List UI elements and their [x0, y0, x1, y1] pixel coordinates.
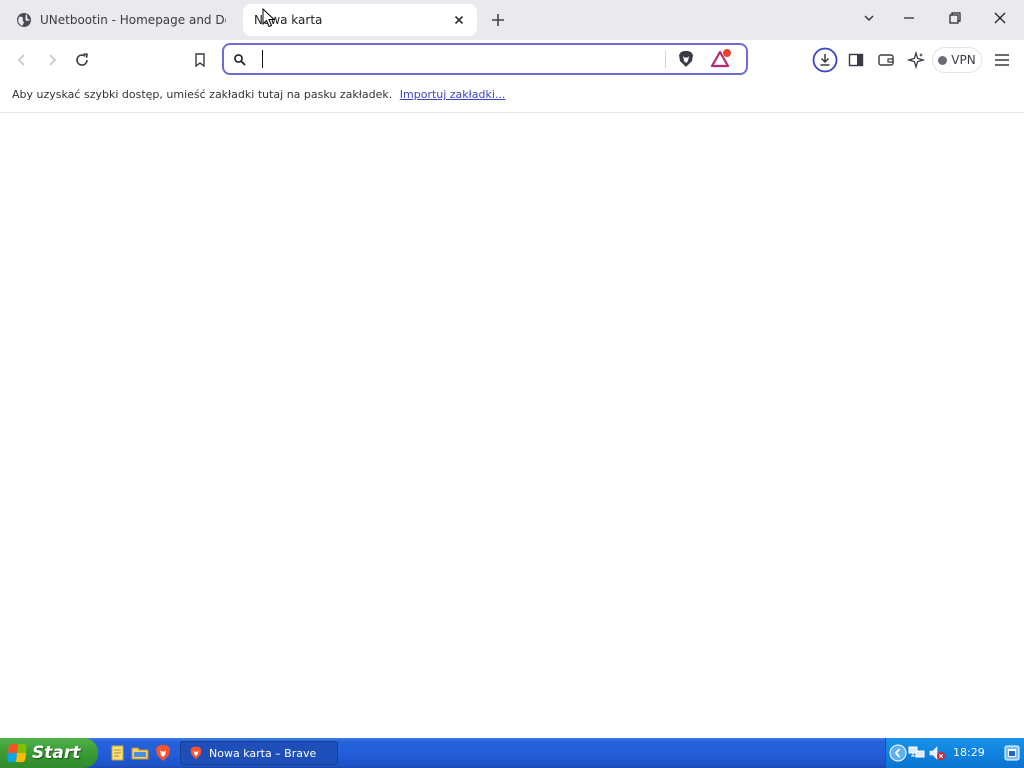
- tab-unetbootin[interactable]: UNetbootin - Homepage and Downloads: [8, 4, 236, 36]
- menu-button[interactable]: [988, 46, 1016, 74]
- bookmarks-bar-hint: Aby uzyskać szybki dostęp, umieść zakład…: [12, 88, 505, 101]
- close-tab-icon[interactable]: [451, 12, 467, 28]
- close-icon: [994, 12, 1006, 24]
- text-caret: [262, 50, 263, 68]
- brave-icon: [189, 746, 203, 760]
- address-input[interactable]: [260, 50, 664, 70]
- wallet-button[interactable]: [872, 46, 900, 74]
- volume-muted-icon[interactable]: [928, 745, 946, 765]
- notepad-icon: [111, 745, 124, 761]
- back-button[interactable]: [8, 46, 36, 74]
- vpn-status-icon: [938, 55, 948, 65]
- brave-lion-icon: [679, 51, 693, 67]
- restore-button[interactable]: [935, 5, 975, 35]
- brave-rewards-button[interactable]: [710, 49, 732, 73]
- clock[interactable]: 18:29: [953, 746, 985, 759]
- arrow-right-icon: [49, 54, 57, 66]
- vpn-label: VPN: [951, 53, 976, 67]
- globe-icon: [16, 12, 32, 28]
- wallet-icon: [878, 54, 894, 66]
- toolbar: VPN: [0, 40, 1024, 80]
- rewards-triangle-icon: [710, 49, 731, 68]
- address-bar-divider: [665, 50, 666, 68]
- brave-icon: [156, 745, 170, 761]
- vpn-button[interactable]: VPN: [932, 47, 982, 73]
- import-bookmarks-link[interactable]: Importuj zakładki...: [400, 88, 506, 101]
- tab-title: UNetbootin - Homepage and Downloads: [40, 13, 226, 27]
- start-label: Start: [32, 743, 81, 763]
- show-desktop-icon: [1004, 745, 1020, 761]
- forward-button[interactable]: [38, 46, 66, 74]
- bookmark-icon: [195, 53, 205, 68]
- downloads-button[interactable]: [811, 46, 839, 74]
- minimize-button[interactable]: [889, 5, 929, 35]
- page-content: [0, 113, 1024, 738]
- bookmarks-hint-text: Aby uzyskać szybki dostęp, umieść zakład…: [12, 88, 393, 101]
- reload-icon: [76, 53, 88, 66]
- network-icon[interactable]: [908, 745, 928, 765]
- leo-ai-button[interactable]: [902, 46, 930, 74]
- bookmarks-bar: Aby uzyskać szybki dostęp, umieść zakład…: [0, 80, 1024, 113]
- minimize-icon: [904, 17, 914, 19]
- quicklaunch-explorer[interactable]: [131, 744, 149, 762]
- reload-button[interactable]: [68, 46, 96, 74]
- restore-icon: [949, 12, 961, 24]
- quicklaunch-notepad[interactable]: [109, 744, 127, 762]
- sidebar-button[interactable]: [842, 46, 870, 74]
- quicklaunch-brave[interactable]: [154, 744, 172, 762]
- show-hidden-icons-button[interactable]: [889, 744, 907, 766]
- hamburger-menu-icon: [995, 54, 1009, 66]
- download-icon: [812, 47, 838, 73]
- brave-shields-button[interactable]: [676, 49, 696, 73]
- tab-strip: UNetbootin - Homepage and Downloads Nowa…: [0, 0, 1024, 40]
- sparkle-icon: [907, 51, 925, 69]
- taskbar-window-title: Nowa karta – Brave: [209, 746, 317, 760]
- windows-logo-icon: [7, 744, 27, 762]
- new-tab-button[interactable]: [486, 8, 510, 32]
- tab-title: Nowa karta: [254, 13, 323, 27]
- tab-new-tab[interactable]: Nowa karta: [243, 4, 477, 36]
- close-window-button[interactable]: [980, 5, 1020, 35]
- mouse-cursor-icon: [262, 7, 276, 32]
- show-desktop-button[interactable]: [1003, 744, 1021, 766]
- chevron-left-icon: [889, 744, 907, 762]
- taskbar: Start Nowa karta – Brave 18:29: [0, 738, 1024, 768]
- search-icon: [233, 52, 247, 71]
- bookmark-button[interactable]: [186, 46, 214, 74]
- folder-icon: [131, 747, 149, 760]
- address-bar[interactable]: [222, 43, 748, 75]
- start-button[interactable]: Start: [0, 738, 98, 768]
- chevron-down-icon: [864, 15, 874, 21]
- arrow-left-icon: [17, 54, 25, 66]
- taskbar-window-brave[interactable]: Nowa karta – Brave: [180, 741, 338, 765]
- tab-search-button[interactable]: [849, 5, 889, 35]
- sidebar-icon: [848, 53, 864, 67]
